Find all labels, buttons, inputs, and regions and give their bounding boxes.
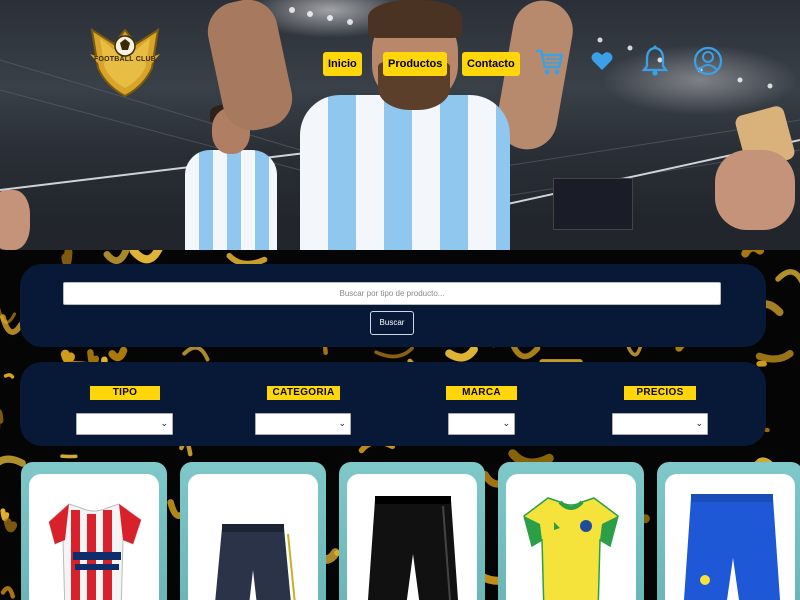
logo-text: FOOTBALL CLUB (94, 56, 156, 63)
filter-select-categoria[interactable]: ⌄ (255, 413, 351, 435)
confetti-streamer (0, 455, 26, 467)
chevron-down-icon: ⌄ (695, 419, 703, 429)
filter-panel: TIPO ⌄ CATEGORIA ⌄ MARCA ⌄ PRECIOS ⌄ (20, 362, 766, 446)
product-card[interactable] (21, 462, 167, 600)
product-card[interactable] (657, 462, 800, 600)
player-hair (368, 0, 462, 38)
filter-select-precios[interactable]: ⌄ (612, 413, 708, 435)
chevron-down-icon: ⌄ (160, 419, 168, 429)
confetti-streamer (61, 250, 73, 267)
product-card[interactable] (180, 462, 326, 600)
product-image (665, 474, 795, 600)
confetti-streamer (755, 350, 794, 363)
shorts-icon (367, 496, 459, 600)
confetti-streamer (182, 345, 210, 362)
confetti-streamer (445, 345, 478, 362)
search-button[interactable]: Buscar (370, 311, 414, 335)
search-panel: Buscar (20, 264, 766, 347)
hero-banner: FOOTBALL CLUB Inicio Productos Contacto (0, 0, 800, 250)
confetti-streamer (775, 269, 800, 284)
confetti-streamer (108, 346, 128, 362)
filter-label-categoria: CATEGORIA (267, 386, 340, 400)
filter-label-marca: MARCA (446, 386, 517, 400)
cart-icon[interactable] (534, 45, 564, 77)
shorts-icon (683, 494, 781, 600)
club-logo[interactable]: FOOTBALL CLUB (86, 24, 164, 98)
heart-icon[interactable] (590, 50, 614, 72)
shorts-icon (215, 524, 296, 600)
chevron-down-icon: ⌄ (502, 419, 510, 429)
filter-select-tipo[interactable]: ⌄ (76, 413, 173, 435)
trophy-board (553, 178, 633, 230)
confetti-streamer (129, 250, 163, 264)
product-image (347, 474, 477, 600)
jersey-icon (48, 503, 142, 600)
product-image (506, 474, 636, 600)
product-card[interactable] (498, 462, 644, 600)
product-card[interactable] (339, 462, 485, 600)
hand-figure (0, 190, 30, 250)
confetti-streamer (226, 252, 268, 267)
player-figure-left (185, 150, 277, 250)
jersey-icon (523, 497, 619, 600)
confetti-streamer (60, 349, 76, 365)
hand-figure (715, 150, 795, 230)
filter-label-tipo: TIPO (90, 386, 160, 400)
player-figure-main (300, 95, 510, 250)
confetti-streamer (0, 508, 10, 522)
filter-label-precios: PRECIOS (624, 386, 696, 400)
confetti-streamer (3, 373, 15, 379)
confetti-streamer (0, 586, 16, 599)
nav-productos[interactable]: Productos (383, 52, 448, 76)
confetti-streamer (103, 250, 130, 264)
user-icon[interactable] (693, 45, 723, 77)
confetti-streamer (374, 346, 414, 359)
search-input[interactable] (63, 282, 721, 305)
product-image (29, 474, 159, 600)
nav-contacto[interactable]: Contacto (462, 52, 520, 76)
product-image (188, 474, 318, 600)
confetti-streamer (3, 518, 18, 533)
bell-icon[interactable] (641, 45, 669, 77)
confetti-streamer (741, 250, 764, 258)
chevron-down-icon: ⌄ (338, 419, 346, 429)
nav-inicio[interactable]: Inicio (323, 52, 362, 76)
filter-select-marca[interactable]: ⌄ (448, 413, 515, 435)
